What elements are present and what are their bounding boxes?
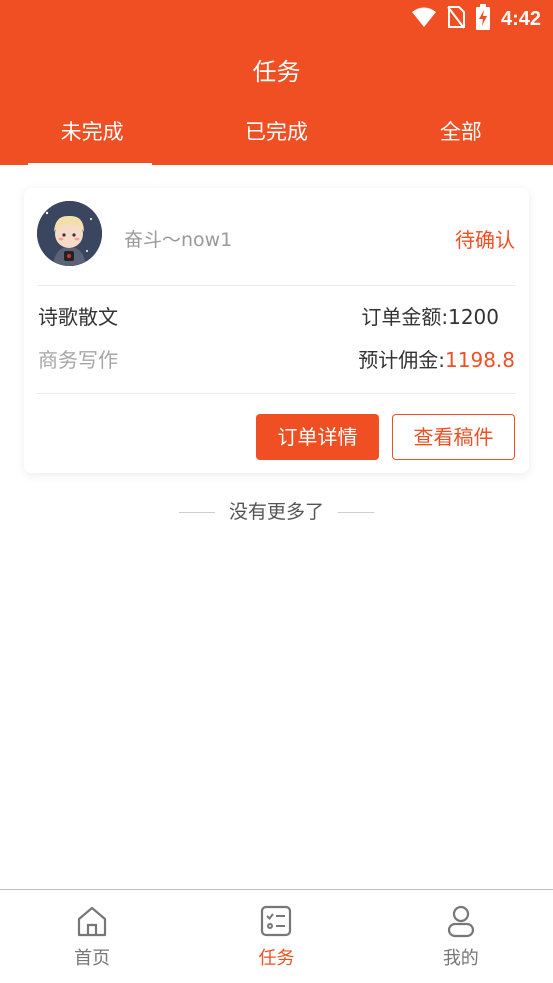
task-list-icon — [259, 904, 293, 938]
nav-home-label: 首页 — [74, 948, 111, 969]
order-amount-label: 订单金额: — [361, 305, 449, 329]
divider-line — [178, 512, 215, 513]
nav-tasks-label: 任务 — [258, 948, 295, 969]
estimated-commission: 预计佣金:1198.8 — [358, 344, 515, 373]
home-icon — [75, 904, 109, 938]
nav-profile[interactable]: 我的 — [369, 890, 553, 983]
commission-value: 1198.8 — [445, 348, 515, 372]
task-tabs: 未完成 已完成 全部 — [0, 110, 553, 165]
nav-profile-label: 我的 — [442, 948, 479, 969]
order-subcategory: 商务写作 — [38, 348, 118, 372]
order-amount-value: 1200 — [448, 305, 499, 329]
wifi-icon — [411, 6, 437, 32]
divider — [37, 285, 516, 286]
avatar[interactable] — [37, 201, 102, 266]
order-category: 诗歌散文 — [38, 305, 118, 329]
order-detail-button[interactable]: 订单详情 — [256, 414, 379, 460]
nav-home[interactable]: 首页 — [0, 890, 184, 983]
status-time: 4:42 — [500, 7, 541, 30]
bottom-navigation: 首页 任务 我的 — [0, 889, 553, 983]
username: 奋斗～now1 — [124, 229, 233, 251]
page-title: 任务 — [252, 58, 301, 86]
list-end-indicator: 没有更多了 — [0, 497, 553, 524]
order-amount: 订单金额:1200 — [361, 301, 499, 330]
tab-all[interactable]: 全部 — [369, 110, 553, 165]
user-icon — [444, 904, 478, 938]
view-draft-button[interactable]: 查看稿件 — [392, 414, 515, 460]
tab-completed[interactable]: 已完成 — [184, 110, 368, 165]
order-status-badge: 待确认 — [455, 228, 515, 252]
nav-tasks[interactable]: 任务 — [184, 890, 368, 983]
order-card[interactable]: 奋斗～now1 待确认 诗歌散文 商务写作 订单金额:1200 预计佣金:119… — [24, 188, 529, 473]
battery-charging-icon — [475, 4, 491, 34]
list-end-text: 没有更多了 — [228, 501, 324, 523]
header-bar: 4:42 任务 未完成 已完成 全部 — [0, 0, 553, 165]
tab-incomplete[interactable]: 未完成 — [0, 110, 184, 165]
commission-label: 预计佣金: — [358, 348, 446, 372]
status-bar: 4:42 — [0, 0, 553, 36]
divider-line — [338, 512, 374, 513]
no-sim-icon — [447, 5, 465, 33]
divider — [37, 393, 516, 394]
